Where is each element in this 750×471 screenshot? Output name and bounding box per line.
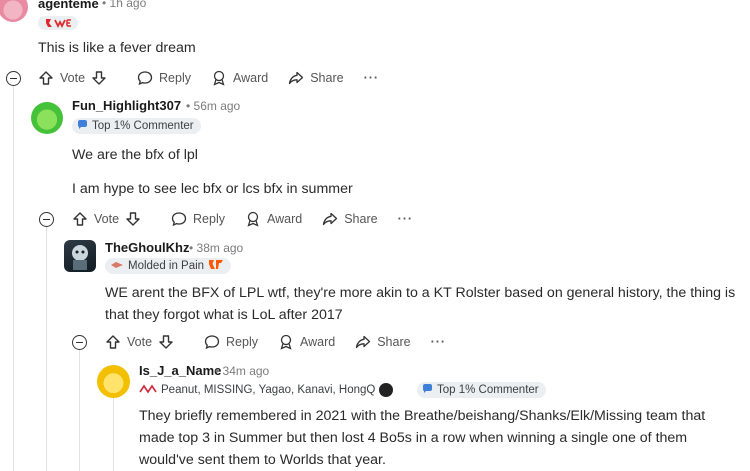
award-label: Award [267,212,303,226]
username[interactable]: agenteme [38,0,99,11]
avatar[interactable] [97,365,130,398]
more-options-button[interactable]: ··· [398,212,414,226]
reply-icon [204,335,220,350]
username[interactable]: TheGhoulKhz [105,240,190,255]
award-button[interactable]: Award [245,211,302,227]
more-options-button[interactable]: ··· [364,71,380,85]
timestamp: • 38m ago [189,241,244,255]
thread-line-3[interactable] [79,350,80,471]
share-label: Share [377,335,411,349]
commenter-badge-icon [422,383,433,397]
share-icon [289,71,304,85]
reply-icon [137,71,153,86]
team-logo-icon [110,260,124,272]
reply-button[interactable]: Reply [204,334,258,350]
share-button[interactable]: Share [322,211,378,227]
fnatic-logo-icon [208,259,224,273]
thread-line-1[interactable] [13,85,14,471]
vote-label: Vote [60,71,86,85]
comment-actions: Vote Reply Award Share ··· [72,211,433,227]
upvote-icon[interactable] [38,70,54,86]
share-button[interactable]: Share [288,70,344,86]
award-icon [247,211,259,227]
share-icon [323,212,338,226]
award-button[interactable]: Award [211,70,268,86]
downvote-icon[interactable] [91,70,107,86]
collapse-icon[interactable] [6,71,21,86]
timestamp: • 56m ago [186,99,241,113]
username[interactable]: Fun_Highlight307 [72,98,181,113]
more-options-icon: ··· [397,212,414,226]
comment-body: I am hype to see lec bfx or lcs bfx in s… [72,181,353,197]
avatar[interactable] [64,240,96,272]
reply-icon [171,212,187,227]
flair-text: Molded in Pain [128,260,205,272]
award-icon [213,70,225,86]
collapse-icon[interactable] [72,335,87,350]
award-button[interactable]: Award [278,334,335,350]
reply-button[interactable]: Reply [137,70,191,86]
collapse-icon[interactable] [39,212,54,227]
more-options-icon: ··· [363,71,380,85]
team-logo-icon [139,384,157,397]
reply-label: Reply [159,71,191,85]
share-icon [356,335,371,349]
share-button[interactable]: Share [355,334,411,350]
vote-label: Vote [94,212,120,226]
player-avatar-icon [379,383,394,397]
share-label: Share [310,71,344,85]
comment-actions: Vote Reply Award Share ··· [38,70,399,86]
upvote-icon[interactable] [72,211,88,227]
flair-text: Peanut, MISSING, Yagao, Kanavi, HongQ [161,384,376,396]
vote-control[interactable]: Vote [38,70,107,86]
user-flair: Top 1% Commenter [72,118,201,134]
comment-body: WE arent the BFX of LPL wtf, they're mor… [105,285,736,323]
avatar[interactable] [31,102,63,134]
vote-control[interactable]: Vote [72,211,141,227]
vote-control[interactable]: Vote [105,334,174,350]
comment-body: We are the bfx of lpl [72,147,198,163]
timestamp: • 34m ago [215,364,270,378]
more-options-button[interactable]: ··· [431,335,447,349]
user-flair: Molded in Pain [105,258,232,274]
award-label: Award [300,335,336,349]
comment-body: This is like a fever dream [38,40,196,56]
username[interactable]: Is_J_a_Name [139,363,221,378]
award-icon [280,334,292,350]
flair-text: Top 1% Commenter [92,120,194,132]
flair-text: Top 1% Commenter [437,384,539,396]
comment-actions: Vote Reply Award Share ··· [105,334,466,350]
user-flair-secondary: Top 1% Commenter [417,382,546,398]
share-label: Share [344,212,378,226]
reply-label: Reply [193,212,225,226]
downvote-icon[interactable] [125,211,141,227]
reply-button[interactable]: Reply [171,211,225,227]
thread-line-4[interactable] [113,395,114,471]
vote-label: Vote [127,335,153,349]
downvote-icon[interactable] [158,334,174,350]
timestamp: • 1h ago [102,0,147,10]
reply-label: Reply [226,335,258,349]
more-options-icon: ··· [430,335,447,349]
avatar[interactable] [0,0,28,22]
thread-line-2[interactable] [46,225,47,471]
comment-body: They briefly remembered in 2021 with the… [139,408,706,468]
user-flair-icon [38,16,78,30]
commenter-badge-icon [77,119,88,133]
user-flair: Peanut, MISSING, Yagao, Kanavi, HongQ [139,382,400,398]
upvote-icon[interactable] [105,334,121,350]
award-label: Award [233,71,269,85]
